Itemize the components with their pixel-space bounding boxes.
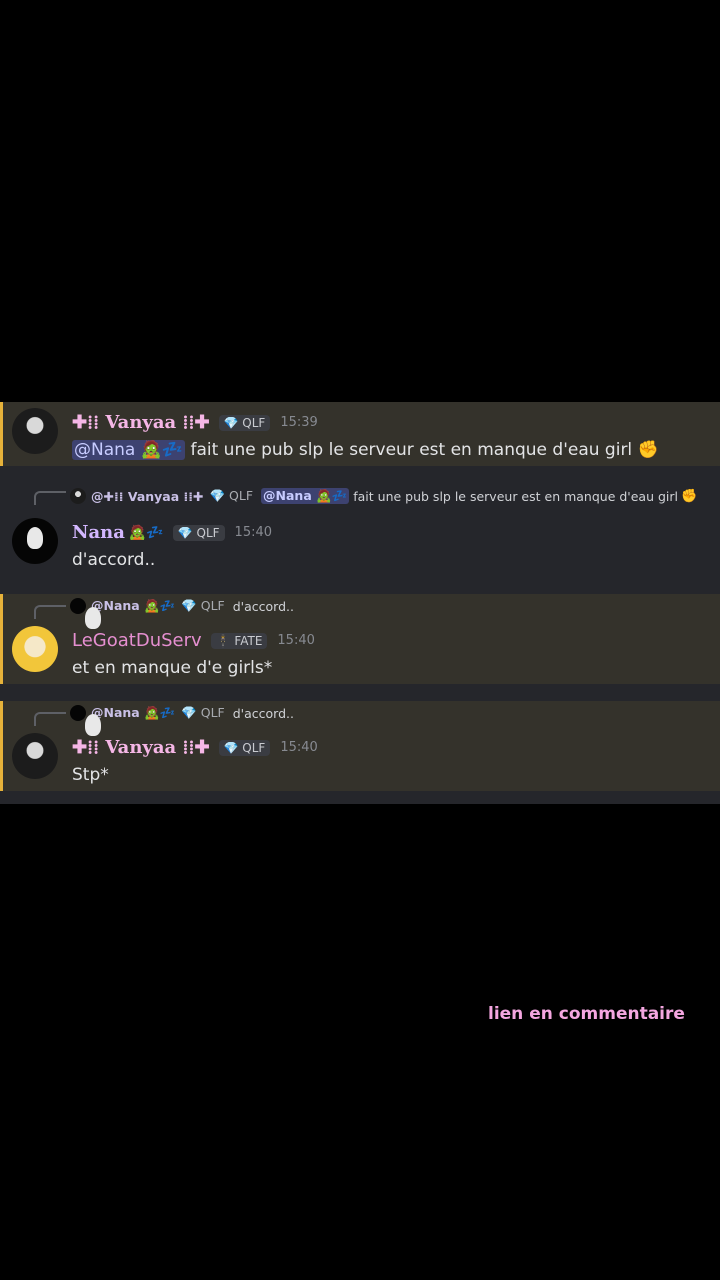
chat-panel: ✚⁞⁞ Vanyaa ⁞⁞✚ 💎 QLF 15:39 @Nana 🧟💤 fait… <box>0 402 720 804</box>
role-tag: 💎 QLF <box>218 739 271 756</box>
message-legoatduserv[interactable]: @Nana 🧟💤 💎 QLF d'accord.. LeGoatDuServ 🕴… <box>0 594 720 684</box>
username[interactable]: LeGoatDuServ <box>72 630 202 651</box>
reply-role-tag: 💎 QLF <box>181 598 225 613</box>
reply-author: @✚⁞⁞ Vanyaa ⁞⁞✚ <box>91 488 204 504</box>
overlay-caption: lien en commentaire <box>488 1004 685 1024</box>
message-content: Stp* <box>72 765 109 785</box>
reply-role-tag: 💎 QLF <box>209 488 254 503</box>
message-header: ✚⁞⁞ Vanyaa ⁞⁞✚ 💎 QLF 15:39 <box>72 412 318 433</box>
reply-avatar <box>70 488 86 504</box>
reply-connector <box>34 712 66 726</box>
message-header: ✚⁞⁞ Vanyaa ⁞⁞✚ 💎 QLF 15:40 <box>72 737 318 758</box>
reply-text: fait une pub slp le serveur est en manqu… <box>353 488 679 504</box>
timestamp: 15:39 <box>280 415 318 430</box>
avatar[interactable] <box>12 733 58 779</box>
username[interactable]: Nana <box>72 522 125 543</box>
message-content: et en manque d'e girls* <box>72 658 273 678</box>
reply-mention: @Nana 🧟💤 <box>261 488 350 504</box>
role-tag: 🕴 FATE <box>210 632 268 649</box>
message-vanyaa-1[interactable]: ✚⁞⁞ Vanyaa ⁞⁞✚ 💎 QLF 15:39 @Nana 🧟💤 fait… <box>0 402 720 466</box>
avatar[interactable] <box>12 518 58 564</box>
message-nana[interactable]: @✚⁞⁞ Vanyaa ⁞⁞✚ 💎 QLF @Nana 🧟💤 fait une … <box>0 480 720 592</box>
reply-author: @Nana 🧟💤 <box>91 598 176 613</box>
reply-connector <box>34 605 66 619</box>
fist-emoji: ✊ <box>637 440 659 460</box>
message-content: @Nana 🧟💤 fait une pub slp le serveur est… <box>72 440 659 460</box>
message-text: fait une pub slp le serveur est en manqu… <box>190 440 633 460</box>
reply-avatar <box>70 705 86 721</box>
reply-preview[interactable]: @Nana 🧟💤 💎 QLF d'accord.. <box>70 705 294 721</box>
reply-preview[interactable]: @✚⁞⁞ Vanyaa ⁞⁞✚ 💎 QLF @Nana 🧟💤 fait une … <box>70 488 697 504</box>
message-header: LeGoatDuServ 🕴 FATE 15:40 <box>72 630 315 651</box>
username[interactable]: ✚⁞⁞ Vanyaa ⁞⁞✚ <box>72 737 210 758</box>
reply-role-tag: 💎 QLF <box>181 705 225 720</box>
role-tag: 💎 QLF <box>172 524 225 541</box>
reply-author: @Nana 🧟💤 <box>91 705 176 720</box>
message-header: Nana 🧟💤 💎 QLF 15:40 <box>72 522 272 543</box>
avatar[interactable] <box>12 408 58 454</box>
username[interactable]: ✚⁞⁞ Vanyaa ⁞⁞✚ <box>72 412 210 433</box>
role-tag: 💎 QLF <box>218 414 271 431</box>
reply-preview[interactable]: @Nana 🧟💤 💎 QLF d'accord.. <box>70 598 294 614</box>
message-content: d'accord.. <box>72 550 156 570</box>
avatar[interactable] <box>12 626 58 672</box>
reply-avatar <box>70 598 86 614</box>
reply-text: d'accord.. <box>232 705 294 721</box>
username-emoji: 🧟💤 <box>128 524 164 541</box>
timestamp: 15:40 <box>234 525 273 540</box>
reply-fist-emoji: ✊ <box>681 488 698 504</box>
user-mention[interactable]: @Nana 🧟💤 <box>72 440 186 460</box>
timestamp: 15:40 <box>277 633 315 648</box>
reply-connector <box>34 491 66 505</box>
reply-text: d'accord.. <box>232 598 294 614</box>
timestamp: 15:40 <box>280 740 318 755</box>
message-vanyaa-2[interactable]: @Nana 🧟💤 💎 QLF d'accord.. ✚⁞⁞ Vanyaa ⁞⁞✚… <box>0 701 720 791</box>
